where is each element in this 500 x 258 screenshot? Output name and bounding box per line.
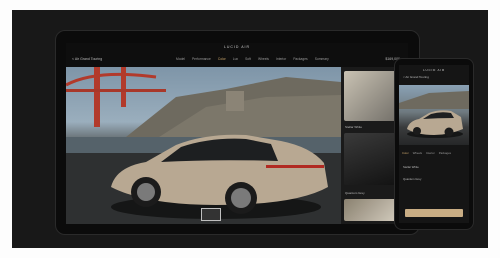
mobile-device: LUCID AIR < Air Grand Touring Color Whee… bbox=[394, 58, 474, 230]
tab-lux[interactable]: Lux bbox=[233, 57, 238, 61]
tab-performance[interactable]: Performance bbox=[192, 57, 211, 61]
option-label-2: Quantum Grey bbox=[345, 191, 365, 195]
config-tabs: Model Performance Color Lux Soft Wheels … bbox=[176, 57, 329, 61]
tab-wheels[interactable]: Wheels bbox=[258, 57, 269, 61]
desktop-screen: LUCID AIR < Air Grand Touring Model Perf… bbox=[66, 43, 408, 224]
view-thumbnail[interactable] bbox=[201, 208, 221, 221]
tab-interior[interactable]: Interior bbox=[276, 57, 286, 61]
tab-color[interactable]: Color bbox=[218, 57, 226, 61]
option-label-1: Stellar White bbox=[345, 125, 363, 129]
mobile-car-illustration bbox=[399, 91, 469, 138]
mobile-tab-interior[interactable]: Interior bbox=[426, 151, 435, 155]
top-nav: LUCID AIR < Air Grand Touring Model Perf… bbox=[66, 43, 408, 67]
tab-summary[interactable]: Summary bbox=[315, 57, 329, 61]
brand-logo: LUCID AIR bbox=[223, 45, 251, 49]
mobile-option-1[interactable]: Stellar White bbox=[403, 165, 419, 169]
car-hero-image bbox=[66, 67, 341, 224]
tab-packages[interactable]: Packages bbox=[293, 57, 307, 61]
tab-soft[interactable]: Soft bbox=[245, 57, 251, 61]
mobile-tabs: Color Wheels Interior Packages bbox=[402, 151, 451, 155]
back-label: < Air Grand Touring bbox=[72, 57, 103, 61]
mobile-tab-color[interactable]: Color bbox=[402, 151, 409, 155]
mobile-option-2[interactable]: Quantum Grey bbox=[403, 177, 421, 181]
showcase-frame: LUCID AIR < Air Grand Touring Model Perf… bbox=[12, 10, 488, 248]
mobile-brand-logo: LUCID AIR bbox=[423, 68, 445, 72]
mobile-continue-button[interactable] bbox=[405, 209, 463, 217]
mobile-tab-packages[interactable]: Packages bbox=[439, 151, 451, 155]
mobile-car-image bbox=[399, 85, 469, 145]
car-scene-illustration bbox=[66, 67, 341, 224]
tab-model[interactable]: Model bbox=[176, 57, 185, 61]
back-link[interactable]: < Air Grand Touring bbox=[72, 57, 102, 61]
mobile-tab-wheels[interactable]: Wheels bbox=[413, 151, 422, 155]
mobile-screen: LUCID AIR < Air Grand Touring Color Whee… bbox=[399, 65, 469, 223]
mobile-back-link[interactable]: < Air Grand Touring bbox=[403, 75, 429, 79]
desktop-device: LUCID AIR < Air Grand Touring Model Perf… bbox=[55, 30, 420, 235]
